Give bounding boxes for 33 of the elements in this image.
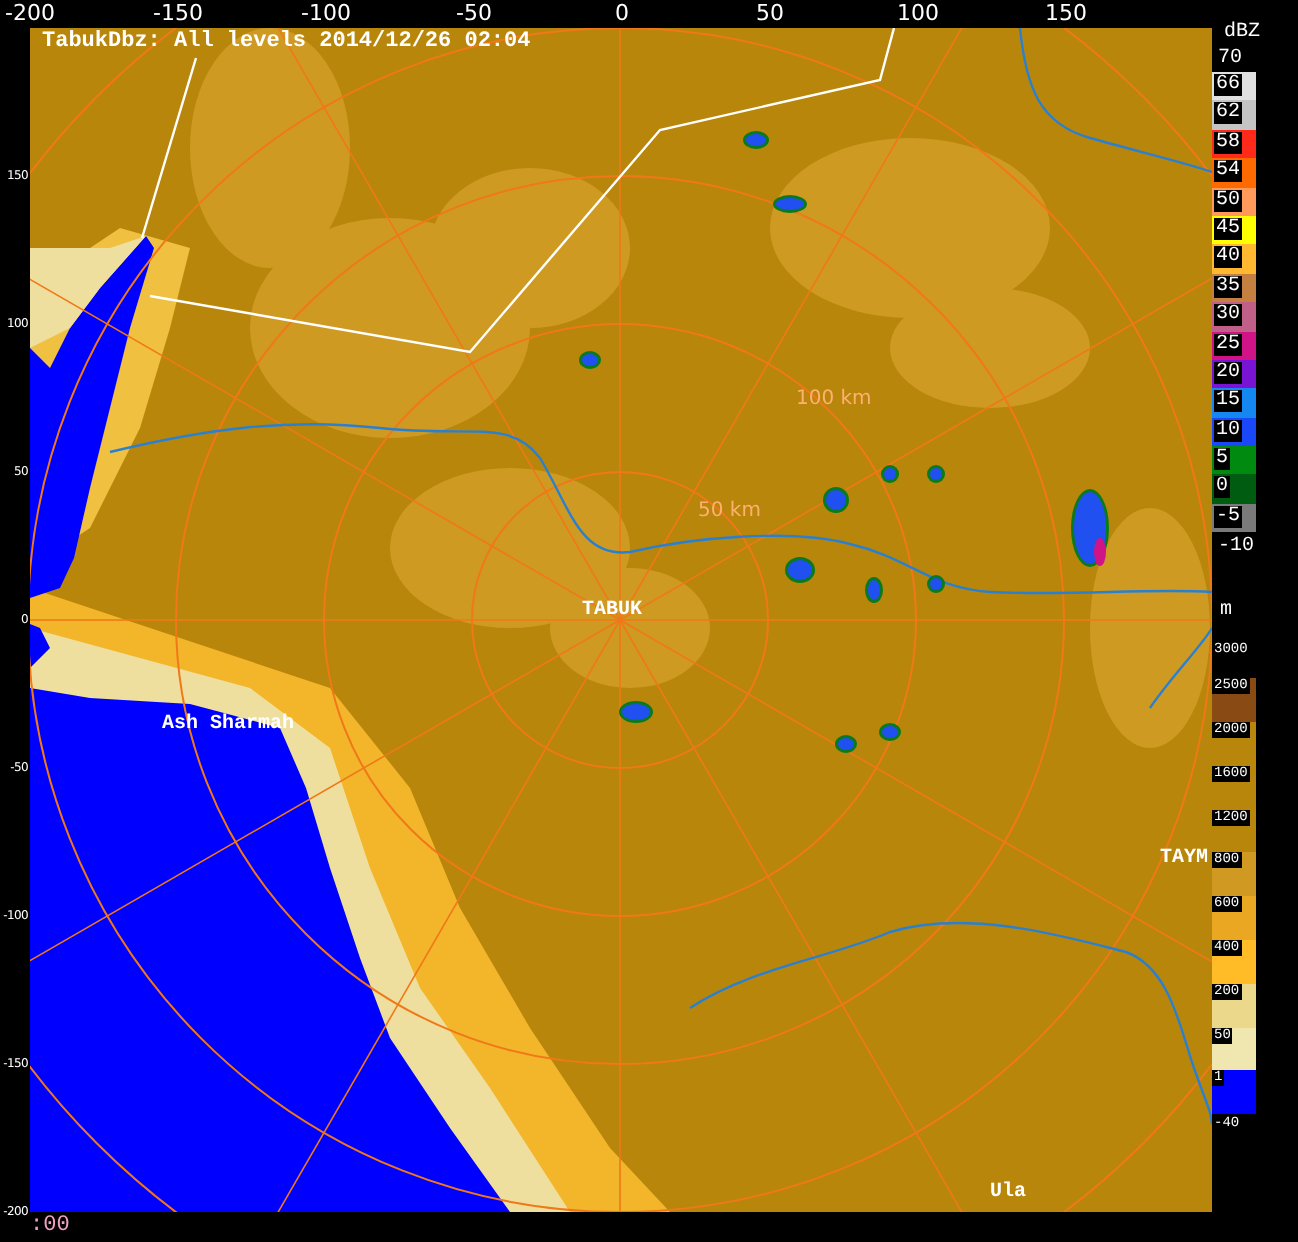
legend-label: 10 bbox=[1214, 419, 1243, 442]
legend-label: 45 bbox=[1214, 217, 1243, 240]
legend-label: 58 bbox=[1214, 131, 1243, 154]
axis-label: -200 bbox=[5, 0, 55, 26]
legend-label: 25 bbox=[1214, 333, 1243, 356]
legend-unit: m bbox=[1220, 598, 1233, 625]
legend-label: 54 bbox=[1214, 160, 1243, 183]
legend-label: 35 bbox=[1214, 275, 1243, 298]
axis-label: -100 bbox=[301, 0, 351, 26]
axis-label: 150 bbox=[1045, 0, 1087, 26]
time-label: :00 bbox=[30, 1214, 70, 1240]
legend-label: 66 bbox=[1214, 74, 1243, 96]
legend-label: 0 bbox=[1214, 476, 1231, 499]
legend-label: 30 bbox=[1214, 304, 1243, 327]
axis-label: 50 bbox=[756, 0, 784, 26]
place-label: TAYM bbox=[1160, 848, 1209, 872]
place-label: TABUK bbox=[582, 600, 643, 624]
legend-label: -5 bbox=[1214, 505, 1243, 528]
range-ring-label: 100 km bbox=[796, 388, 872, 410]
legend-label: 40 bbox=[1214, 246, 1243, 269]
axis-label: 0 bbox=[615, 0, 629, 26]
axis-label: -50 bbox=[456, 0, 492, 26]
axis-label: 100 bbox=[897, 0, 939, 26]
axis-label: -150 bbox=[153, 0, 203, 26]
legend-label: 20 bbox=[1214, 361, 1243, 384]
legend-label: 62 bbox=[1214, 102, 1243, 125]
map-title: TabukDbz: All levels 2014/12/26 02:04 bbox=[42, 30, 531, 56]
range-ring-label: 50 km bbox=[698, 500, 761, 522]
legend-label: 15 bbox=[1214, 390, 1243, 413]
legend-unit: dBZ bbox=[1224, 20, 1261, 46]
legend-label: 50 bbox=[1214, 189, 1243, 212]
place-label: Ula bbox=[990, 1182, 1027, 1206]
legend-label: 5 bbox=[1214, 448, 1231, 471]
